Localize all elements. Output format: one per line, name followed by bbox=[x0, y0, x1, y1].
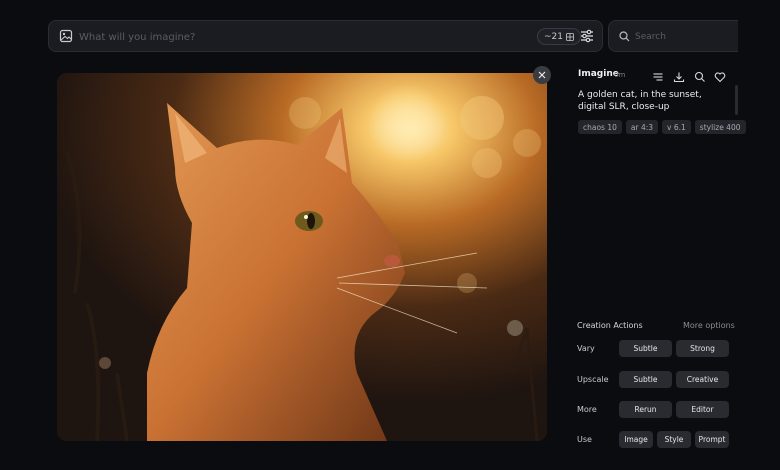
more-options-link[interactable]: More options bbox=[683, 321, 735, 330]
magnifier-icon bbox=[694, 71, 705, 82]
image-icon[interactable] bbox=[59, 29, 73, 43]
use-style-button[interactable]: Style bbox=[657, 431, 691, 448]
use-image-button[interactable]: Image bbox=[619, 431, 653, 448]
more-label: More bbox=[577, 405, 597, 414]
options-button[interactable] bbox=[652, 68, 664, 81]
close-icon bbox=[538, 71, 546, 79]
sliders-icon[interactable] bbox=[579, 28, 595, 44]
search-similar-button[interactable] bbox=[694, 68, 706, 82]
search-icon bbox=[619, 31, 630, 42]
close-button[interactable] bbox=[533, 66, 551, 84]
search-bar bbox=[608, 20, 738, 52]
grid-icon bbox=[566, 32, 574, 41]
download-icon bbox=[673, 72, 685, 83]
param-version[interactable]: v 6.1 bbox=[662, 120, 691, 134]
upscale-subtle-button[interactable]: Subtle bbox=[619, 371, 672, 388]
lines-icon bbox=[653, 73, 663, 81]
use-label: Use bbox=[577, 435, 592, 444]
upscale-label: Upscale bbox=[577, 375, 609, 384]
credit-badge[interactable]: ~21 bbox=[537, 28, 581, 45]
vary-label: Vary bbox=[577, 344, 595, 353]
prompt-input[interactable] bbox=[79, 27, 519, 47]
download-button[interactable] bbox=[673, 68, 685, 83]
editor-button[interactable]: Editor bbox=[676, 401, 729, 418]
like-button[interactable] bbox=[714, 68, 726, 83]
use-prompt-button[interactable]: Prompt bbox=[695, 431, 729, 448]
scrollbar[interactable] bbox=[735, 85, 738, 115]
creation-actions-title: Creation Actions bbox=[577, 321, 643, 330]
prompt-text[interactable]: A golden cat, in the sunset, digital SLR… bbox=[578, 89, 718, 113]
param-aspect-ratio[interactable]: ar 4:3 bbox=[625, 120, 659, 134]
job-time: 0m bbox=[614, 71, 626, 79]
prompt-bar: ~21 bbox=[48, 20, 603, 52]
credit-count: ~21 bbox=[544, 31, 563, 42]
search-input[interactable] bbox=[635, 27, 735, 47]
heart-icon bbox=[714, 72, 726, 83]
generated-image[interactable] bbox=[57, 73, 547, 441]
cat-photo bbox=[57, 73, 547, 441]
vary-strong-button[interactable]: Strong bbox=[676, 340, 729, 357]
param-stylize[interactable]: stylize 400 bbox=[694, 120, 746, 134]
parameter-list: chaos 10 ar 4:3 v 6.1 stylize 400 bbox=[578, 120, 746, 134]
job-title: Imagine bbox=[578, 69, 619, 79]
upscale-creative-button[interactable]: Creative bbox=[676, 371, 729, 388]
param-chaos[interactable]: chaos 10 bbox=[578, 120, 622, 134]
rerun-button[interactable]: Rerun bbox=[619, 401, 672, 418]
vary-subtle-button[interactable]: Subtle bbox=[619, 340, 672, 357]
